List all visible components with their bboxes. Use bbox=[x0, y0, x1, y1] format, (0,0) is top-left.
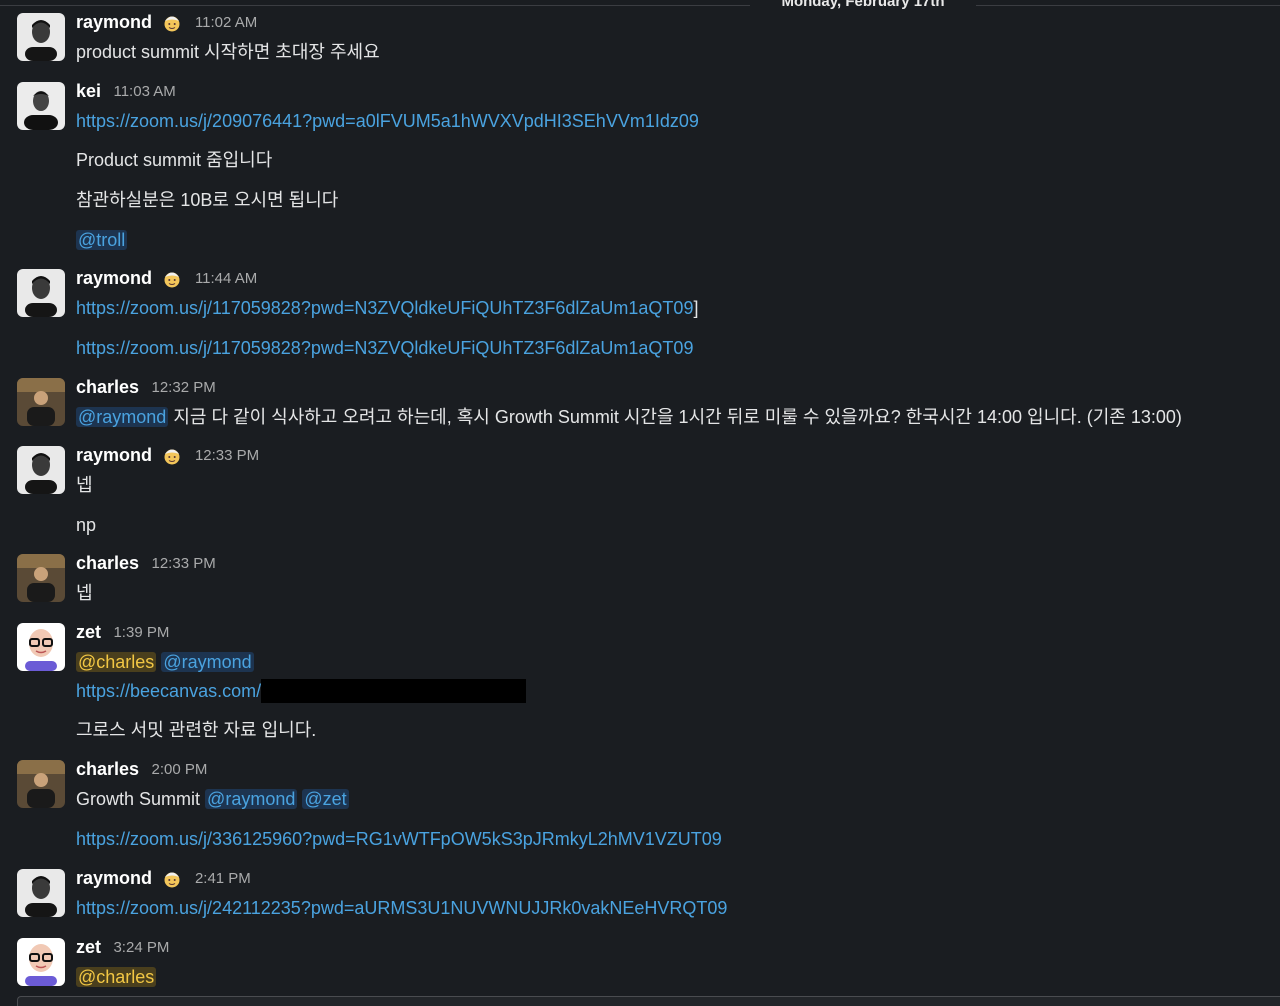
avatar-raymond[interactable] bbox=[17, 869, 65, 917]
author-name[interactable]: charles bbox=[76, 553, 139, 573]
older-person-icon bbox=[162, 269, 182, 289]
message-text: Product summit 줌입니다 bbox=[76, 150, 273, 170]
avatar-zet[interactable] bbox=[17, 623, 65, 671]
message-text: 그로스 서밋 관련한 자료 입니다. bbox=[76, 720, 317, 740]
zoom-link[interactable]: https://zoom.us/j/117059828?pwd=N3ZVQldk… bbox=[76, 338, 693, 358]
author-name[interactable]: charles bbox=[76, 759, 139, 779]
author-name[interactable]: kei bbox=[76, 81, 101, 101]
older-person-icon bbox=[162, 869, 182, 889]
avatar-kei[interactable] bbox=[17, 82, 65, 130]
mention-raymond[interactable]: @raymond bbox=[205, 789, 298, 809]
older-person-icon bbox=[162, 446, 182, 466]
author-name[interactable]: charles bbox=[76, 377, 139, 397]
author-name[interactable]: zet bbox=[76, 622, 101, 642]
avatar-charles[interactable] bbox=[17, 554, 65, 602]
older-person-icon bbox=[162, 13, 182, 33]
timestamp[interactable]: 2:00 PM bbox=[152, 761, 208, 778]
author-name[interactable]: raymond bbox=[76, 445, 152, 465]
mention-troll[interactable]: @troll bbox=[76, 230, 128, 250]
zoom-link[interactable]: https://zoom.us/j/209076441?pwd=a0lFVUM5… bbox=[76, 111, 699, 131]
zoom-link[interactable]: https://zoom.us/j/242112235?pwd=aURMS3U1… bbox=[76, 898, 727, 918]
zoom-link[interactable]: https://zoom.us/j/117059828?pwd=N3ZVQldk… bbox=[76, 298, 693, 318]
message-text: product summit 시작하면 초대장 주세요 bbox=[76, 42, 380, 62]
message-text: 넵 bbox=[76, 475, 93, 495]
timestamp[interactable]: 11:02 AM bbox=[195, 14, 257, 31]
avatar-raymond[interactable] bbox=[17, 13, 65, 61]
author-name[interactable]: zet bbox=[76, 937, 101, 957]
bracket-text: ] bbox=[693, 298, 699, 318]
mention-raymond[interactable]: @raymond bbox=[161, 652, 254, 672]
message-text: np bbox=[76, 515, 97, 535]
avatar-raymond[interactable] bbox=[17, 446, 65, 494]
divider-line bbox=[0, 5, 1280, 6]
timestamp[interactable]: 11:44 AM bbox=[195, 270, 257, 287]
message-text: 지금 다 같이 식사하고 오려고 하는데, 혹시 Growth Summit 시… bbox=[173, 407, 1182, 427]
beecanvas-link[interactable]: https://beecanvas.com/ bbox=[76, 681, 261, 701]
mention-raymond[interactable]: @raymond bbox=[76, 407, 169, 427]
date-label[interactable]: Monday, February 17th bbox=[750, 0, 976, 12]
author-name[interactable]: raymond bbox=[76, 268, 152, 288]
mention-charles[interactable]: @charles bbox=[76, 967, 157, 987]
message-text: Growth Summit bbox=[76, 789, 201, 809]
timestamp[interactable]: 12:33 PM bbox=[195, 447, 259, 464]
avatar-zet[interactable] bbox=[17, 938, 65, 986]
mention-zet[interactable]: @zet bbox=[302, 789, 349, 809]
timestamp[interactable]: 3:24 PM bbox=[113, 939, 169, 956]
timestamp[interactable]: 12:32 PM bbox=[152, 379, 216, 396]
redacted-block bbox=[261, 679, 527, 703]
timestamp[interactable]: 11:03 AM bbox=[113, 83, 175, 100]
avatar-charles[interactable] bbox=[17, 378, 65, 426]
timestamp[interactable]: 2:41 PM bbox=[195, 870, 251, 887]
mention-charles[interactable]: @charles bbox=[76, 652, 157, 672]
message-text: 참관하실분은 10B로 오시면 됩니다 bbox=[76, 190, 339, 210]
timestamp[interactable]: 12:33 PM bbox=[152, 555, 216, 572]
author-name[interactable]: raymond bbox=[76, 12, 152, 32]
avatar-charles[interactable] bbox=[17, 760, 65, 808]
author-name[interactable]: raymond bbox=[76, 868, 152, 888]
timestamp[interactable]: 1:39 PM bbox=[113, 624, 169, 641]
avatar-raymond[interactable] bbox=[17, 269, 65, 317]
zoom-link[interactable]: https://zoom.us/j/336125960?pwd=RG1vWTFp… bbox=[76, 829, 722, 849]
message-text: 넵 bbox=[76, 583, 93, 603]
